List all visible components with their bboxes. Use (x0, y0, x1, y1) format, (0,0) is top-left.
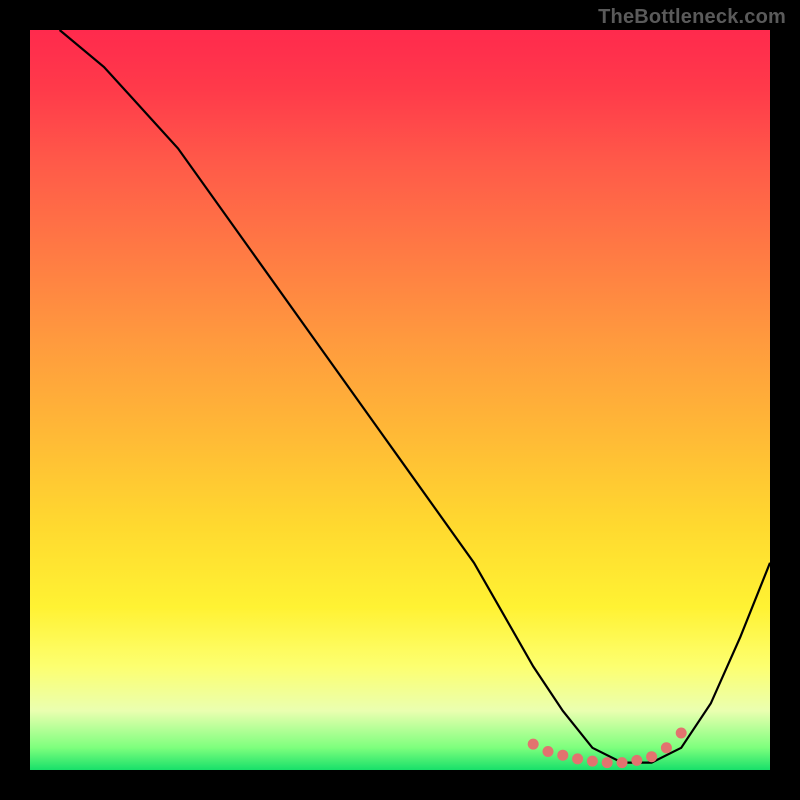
bottleneck-curve (30, 30, 770, 770)
watermark-text: TheBottleneck.com (598, 6, 786, 29)
curve-marker (631, 755, 642, 766)
curve-path (60, 30, 770, 763)
curve-marker (602, 757, 613, 768)
plot-area (30, 30, 770, 770)
chart-frame: TheBottleneck.com (0, 0, 800, 800)
curve-marker (543, 746, 554, 757)
curve-marker (661, 742, 672, 753)
curve-marker (572, 753, 583, 764)
curve-marker (587, 756, 598, 767)
curve-marker (676, 728, 687, 739)
curve-marker (557, 750, 568, 761)
curve-marker (646, 751, 657, 762)
curve-marker (528, 739, 539, 750)
curve-marker-group (528, 728, 687, 769)
curve-marker (617, 757, 628, 768)
